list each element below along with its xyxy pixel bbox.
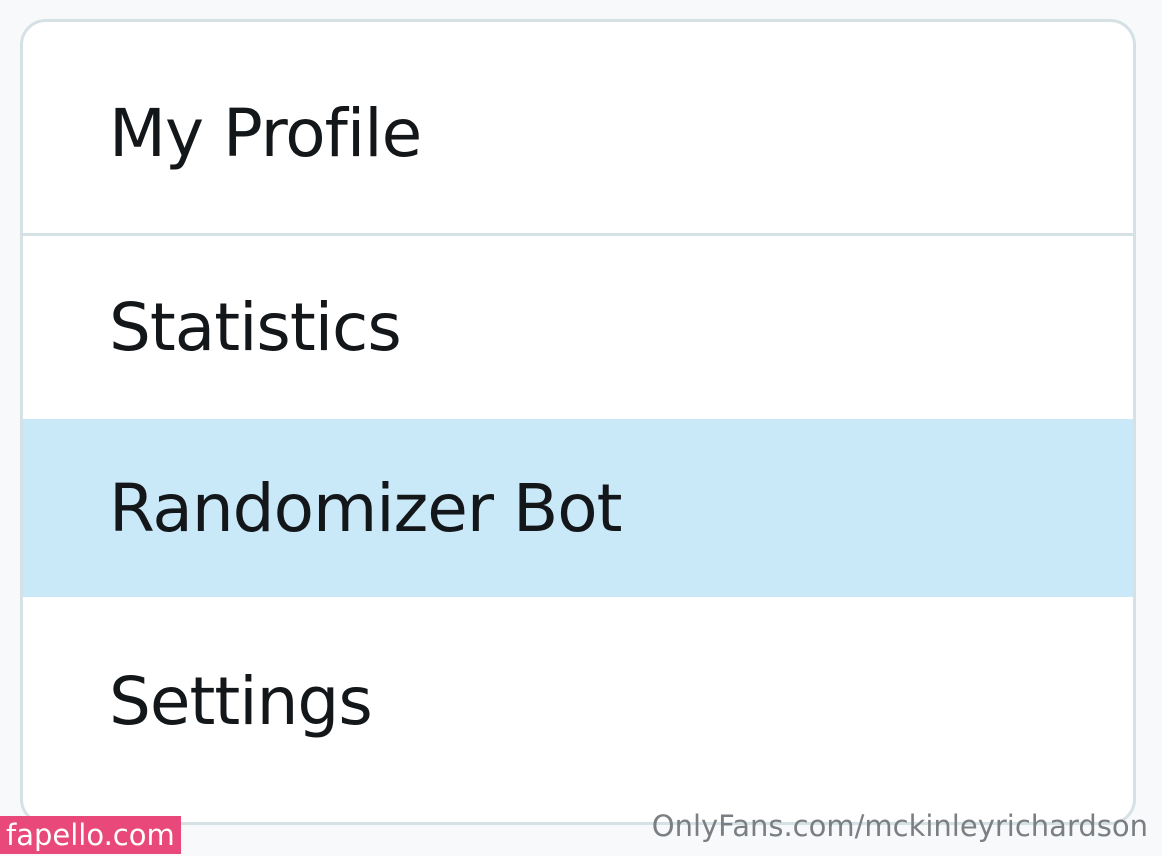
menu-card: My Profile Statistics Randomizer Bot Set… [20,19,1136,825]
menu-item-label: Settings [109,662,373,740]
watermark-url: OnlyFans.com/mckinleyrichardson [651,809,1148,843]
menu-item-statistics[interactable]: Statistics [23,236,1133,419]
page: My Profile Statistics Randomizer Bot Set… [0,0,1162,856]
menu-item-settings[interactable]: Settings [23,597,1133,822]
menu-item-my-profile[interactable]: My Profile [23,22,1133,233]
menu-item-label: My Profile [109,95,422,172]
menu-item-label: Randomizer Bot [109,469,622,547]
menu-item-randomizer-bot[interactable]: Randomizer Bot [23,419,1133,597]
watermark-site-logo: fapello.com [0,816,181,854]
menu-item-label: Statistics [109,289,402,366]
